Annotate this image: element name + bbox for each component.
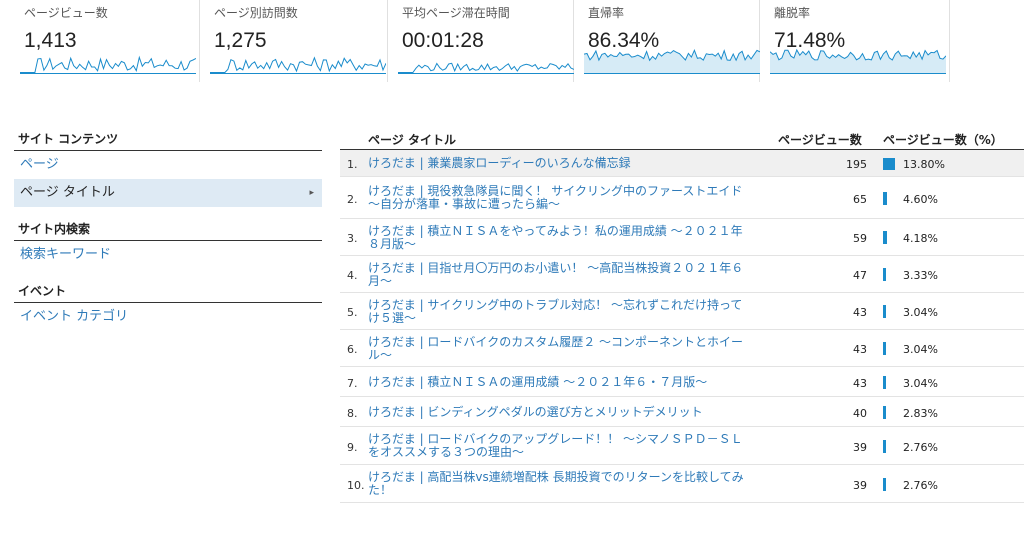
table-row[interactable]: 6. けろだま | ロードバイクのカスタム履歴２ ～コンポーネントとホイール～ 43… (340, 330, 1024, 367)
table-row[interactable]: 1. けろだま | 兼業農家ローディーのいろんな備忘録 195 13.80% (340, 150, 1024, 177)
metric-label: 平均ページ滞在時間 (402, 6, 510, 20)
row-title-link[interactable]: けろだま | 積立ＮＩＳＡをやってみよう！私の運用成績 ～２０２１年８月版～ (368, 225, 753, 251)
metric-unique-pageviews[interactable]: ページ別訪問数 1,275 (200, 0, 388, 82)
share-bar (883, 440, 886, 453)
nav-item-event-category[interactable]: イベント カテゴリ (14, 303, 322, 331)
row-title-link[interactable]: けろだま | ビンディングペダルの選び方とメリットデメリット (368, 406, 753, 419)
share-bar (883, 158, 895, 170)
table-body: 1. けろだま | 兼業農家ローディーのいろんな備忘録 195 13.80% 2. けろだ… (340, 150, 1024, 503)
row-pageviews: 59 (853, 232, 867, 245)
table-header: ページ タイトル ページビュー数 ページビュー数（%） (340, 124, 1024, 150)
share-bar (883, 192, 887, 205)
row-number: 9. (347, 441, 358, 454)
table-row[interactable]: 2. けろだま | 現役救急隊員に聞く！ サイクリング中のファーストエイド ～自分… (340, 177, 1024, 219)
nav-item-search-keyword[interactable]: 検索キーワード (14, 241, 322, 269)
row-pageviews-pct: 3.04% (903, 306, 938, 319)
sparkline-line (398, 62, 574, 73)
metric-label: ページ別訪問数 (214, 6, 298, 20)
metric-exit-rate[interactable]: 離脱率 71.48% (760, 0, 950, 82)
sparkline (20, 55, 196, 74)
row-pageviews-pct: 3.04% (903, 377, 938, 390)
table-row[interactable]: 7. けろだま | 積立ＮＩＳＡの運用成績 ～２０２１年６・７月版～ 43 3.04% (340, 367, 1024, 397)
metric-label: ページビュー数 (24, 6, 108, 20)
row-number: 10. (347, 479, 365, 492)
sparkline (770, 48, 946, 74)
share-bar (883, 406, 886, 419)
row-number: 7. (347, 377, 358, 390)
row-number: 6. (347, 343, 358, 356)
col-header-pageviews-pct[interactable]: ページビュー数（%） (883, 131, 1003, 148)
nav-item-page[interactable]: ページ (14, 151, 322, 179)
row-pageviews: 43 (853, 377, 867, 390)
table-row[interactable]: 3. けろだま | 積立ＮＩＳＡをやってみよう！私の運用成績 ～２０２１年８月版～… (340, 219, 1024, 256)
row-title-link[interactable]: けろだま | サイクリング中のトラブル対応！ ～忘れずこれだけ持ってけ５選～ (368, 299, 753, 325)
row-pageviews-pct: 2.83% (903, 407, 938, 420)
page-title-table: ページ タイトル ページビュー数 ページビュー数（%） 1. けろだま | 兼業農… (340, 124, 1024, 503)
row-number: 4. (347, 269, 358, 282)
table-row[interactable]: 4. けろだま | 目指せ月〇万円のお小遣い！ ～高配当株投資２０２１年６月～ 47… (340, 256, 1024, 293)
row-pageviews: 43 (853, 343, 867, 356)
metric-label: 直帰率 (588, 6, 625, 20)
nav-head-site-search: サイト内検索 (14, 214, 322, 241)
sparkline (584, 48, 760, 74)
sparkline (210, 56, 386, 74)
share-bar (883, 342, 886, 355)
left-nav: サイト コンテンツ ページ ページ タイトル ▸ サイト内検索 検索キーワード … (14, 124, 322, 331)
nav-head-site-content: サイト コンテンツ (14, 124, 322, 151)
row-number: 5. (347, 306, 358, 319)
row-pageviews-pct: 13.80% (903, 158, 945, 171)
table-row[interactable]: 9. けろだま | ロードバイクのアップグレード！！ ～シマノＳＰＤ－ＳＬをオスス… (340, 427, 1024, 465)
row-pageviews-pct: 3.33% (903, 269, 938, 282)
row-title-link[interactable]: けろだま | 兼業農家ローディーのいろんな備忘録 (368, 157, 753, 170)
metrics-bar: ページビュー数 1,413 ページ別訪問数 1,275 平均ページ滞在時間 00… (0, 0, 960, 82)
sparkline-line (210, 56, 386, 73)
row-title-link[interactable]: けろだま | ロードバイクのカスタム履歴２ ～コンポーネントとホイール～ (368, 336, 753, 362)
table-row[interactable]: 5. けろだま | サイクリング中のトラブル対応！ ～忘れずこれだけ持ってけ５選～… (340, 293, 1024, 330)
row-pageviews-pct: 3.04% (903, 343, 938, 356)
share-bar (883, 376, 886, 389)
metric-label: 離脱率 (774, 6, 811, 20)
nav-item-page-title[interactable]: ページ タイトル ▸ (14, 179, 322, 207)
sparkline (398, 62, 574, 74)
sparkline-line (20, 55, 196, 73)
row-title-link[interactable]: けろだま | 目指せ月〇万円のお小遣い！ ～高配当株投資２０２１年６月～ (368, 262, 753, 288)
row-pageviews-pct: 2.76% (903, 441, 938, 454)
row-pageviews: 40 (853, 407, 867, 420)
metric-pageviews[interactable]: ページビュー数 1,413 (10, 0, 200, 82)
nav-item-label: ページ タイトル (20, 185, 115, 200)
row-pageviews-pct: 4.60% (903, 193, 938, 206)
table-row[interactable]: 8. けろだま | ビンディングペダルの選び方とメリットデメリット 40 2.83% (340, 397, 1024, 427)
row-number: 8. (347, 407, 358, 420)
metric-bounce-rate[interactable]: 直帰率 86.34% (574, 0, 760, 82)
row-pageviews: 39 (853, 479, 867, 492)
share-bar (883, 268, 886, 281)
row-pageviews-pct: 2.76% (903, 479, 938, 492)
row-pageviews: 195 (846, 158, 867, 171)
col-header-pageviews[interactable]: ページビュー数 (778, 131, 862, 148)
row-pageviews: 43 (853, 306, 867, 319)
row-pageviews: 39 (853, 441, 867, 454)
col-header-title[interactable]: ページ タイトル (368, 131, 456, 148)
row-number: 2. (347, 193, 358, 206)
metric-avg-time[interactable]: 平均ページ滞在時間 00:01:28 (388, 0, 574, 82)
row-pageviews: 65 (853, 193, 867, 206)
chevron-right-icon: ▸ (309, 188, 314, 198)
row-title-link[interactable]: けろだま | ロードバイクのアップグレード！！ ～シマノＳＰＤ－ＳＬをオススメす… (368, 433, 753, 459)
nav-head-event: イベント (14, 276, 322, 303)
row-number: 3. (347, 232, 358, 245)
row-title-link[interactable]: けろだま | 現役救急隊員に聞く！ サイクリング中のファーストエイド ～自分が落… (368, 185, 753, 211)
share-bar (883, 478, 886, 491)
row-number: 1. (347, 158, 358, 171)
row-title-link[interactable]: けろだま | 高配当株vs連続増配株 長期投資でのリターンを比較してみた！ (368, 471, 753, 497)
row-pageviews-pct: 4.18% (903, 232, 938, 245)
share-bar (883, 231, 887, 244)
row-title-link[interactable]: けろだま | 積立ＮＩＳＡの運用成績 ～２０２１年６・７月版～ (368, 376, 753, 389)
table-row[interactable]: 10. けろだま | 高配当株vs連続増配株 長期投資でのリターンを比較してみた！… (340, 465, 1024, 503)
row-pageviews: 47 (853, 269, 867, 282)
share-bar (883, 305, 886, 318)
